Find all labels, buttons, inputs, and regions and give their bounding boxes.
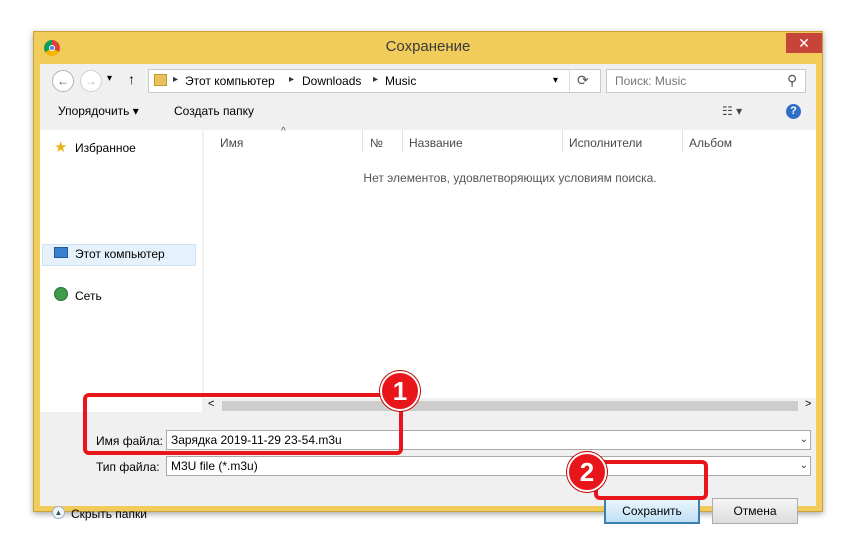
column-header-title[interactable]: Название bbox=[409, 136, 463, 150]
close-button[interactable]: ✕ bbox=[786, 33, 822, 53]
filetype-select[interactable]: M3U file (*.m3u) ⌄ bbox=[166, 456, 811, 476]
nav-item-favorites[interactable]: Избранное bbox=[75, 141, 136, 155]
sort-indicator-icon: ^ bbox=[281, 126, 286, 137]
scroll-right-button[interactable]: > bbox=[805, 398, 811, 410]
highlight-box-save bbox=[594, 460, 708, 500]
help-icon[interactable]: ? bbox=[786, 104, 801, 119]
nav-item-this-pc[interactable]: Этот компьютер bbox=[75, 247, 165, 261]
collapse-up-icon[interactable]: ▲ bbox=[52, 506, 65, 519]
recent-locations-dropdown[interactable]: ▾ bbox=[107, 73, 112, 84]
nav-item-network[interactable]: Сеть bbox=[75, 289, 102, 303]
highlight-box-filename bbox=[83, 393, 403, 455]
step-badge-2: 2 bbox=[567, 452, 607, 492]
column-header-artists[interactable]: Исполнители bbox=[569, 136, 642, 150]
save-button[interactable]: Сохранить bbox=[604, 498, 700, 524]
search-box[interactable]: Поиск: Music ⚲ bbox=[606, 69, 806, 93]
search-input[interactable]: Поиск: Music bbox=[615, 74, 686, 88]
navigation-pane: ★ Избранное Этот компьютер Сеть bbox=[40, 130, 202, 412]
star-icon: ★ bbox=[54, 139, 68, 156]
back-button[interactable]: ← bbox=[52, 70, 74, 92]
filename-dropdown-icon[interactable]: ⌄ bbox=[800, 431, 808, 449]
network-icon bbox=[54, 287, 68, 301]
empty-list-message: Нет элементов, удовлетворяющих условиям … bbox=[363, 171, 657, 185]
cancel-button[interactable]: Отмена bbox=[712, 498, 798, 524]
window-title: Сохранение bbox=[385, 38, 471, 55]
refresh-icon[interactable]: ⟳ bbox=[577, 72, 589, 89]
breadcrumb-downloads[interactable]: Downloads bbox=[302, 74, 361, 88]
breadcrumb-separator[interactable]: ▸ bbox=[289, 74, 294, 85]
divider bbox=[569, 70, 570, 92]
column-header-number[interactable]: № bbox=[370, 136, 383, 150]
column-divider[interactable] bbox=[362, 130, 363, 152]
column-header-name[interactable]: Имя bbox=[220, 136, 243, 150]
filetype-label: Тип файла: bbox=[96, 460, 160, 474]
column-divider[interactable] bbox=[682, 130, 683, 152]
new-folder-button[interactable]: Создать папку bbox=[174, 104, 254, 118]
computer-icon bbox=[54, 247, 68, 258]
breadcrumb-separator[interactable]: ▸ bbox=[173, 74, 178, 85]
hide-folders-button[interactable]: Скрыть папки bbox=[71, 507, 147, 521]
column-divider[interactable] bbox=[562, 130, 563, 152]
breadcrumb-separator[interactable]: ▸ bbox=[373, 74, 378, 85]
address-history-dropdown[interactable]: ▾ bbox=[553, 75, 558, 86]
column-divider[interactable] bbox=[402, 130, 403, 152]
breadcrumb-music[interactable]: Music bbox=[385, 74, 416, 88]
search-icon[interactable]: ⚲ bbox=[787, 72, 797, 89]
breadcrumb-this-pc[interactable]: Этот компьютер bbox=[185, 74, 275, 88]
address-bar[interactable]: ▸ Этот компьютер ▸ Downloads ▸ Music ▾ ⟳ bbox=[148, 69, 601, 93]
forward-button[interactable]: → bbox=[80, 70, 102, 92]
up-button[interactable]: ↑ bbox=[128, 71, 135, 87]
view-options-icon[interactable]: ☷ ▾ bbox=[722, 104, 742, 118]
step-badge-1: 1 bbox=[380, 371, 420, 411]
file-list: ^ Имя № Название Исполнители Альбом Нет … bbox=[204, 126, 816, 398]
folder-icon bbox=[154, 74, 167, 86]
filetype-value[interactable]: M3U file (*.m3u) bbox=[171, 459, 258, 473]
organize-menu[interactable]: Упорядочить ▾ bbox=[58, 104, 139, 118]
filetype-dropdown-icon[interactable]: ⌄ bbox=[800, 457, 808, 475]
column-header-album[interactable]: Альбом bbox=[689, 136, 732, 150]
